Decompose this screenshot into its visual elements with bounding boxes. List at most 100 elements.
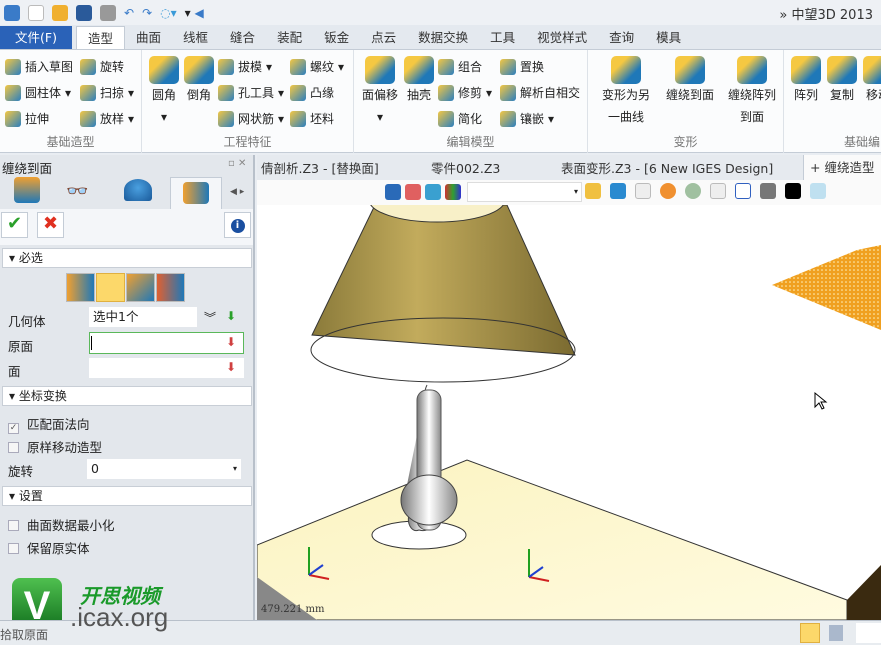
checkbox[interactable] (8, 543, 19, 554)
rebuild-icon[interactable]: ◌▾ (160, 6, 177, 20)
wrap-type-plain-icon[interactable] (66, 273, 95, 302)
pick-green-arrow-icon[interactable]: ⬇ (226, 309, 236, 323)
tab-pointcloud[interactable]: 点云 (360, 26, 407, 49)
face-offset-button[interactable]: 面偏移 ▾ (358, 56, 402, 128)
move-copy-checkbox[interactable]: 原样移动造型 (8, 437, 102, 456)
geometry-field[interactable]: 选中1个 (89, 307, 197, 327)
tab-data-exchange[interactable]: 数据交换 (407, 26, 479, 49)
doc-tab[interactable]: 表面变形.Z3 - [6 New IGES Design] (557, 158, 803, 177)
hole-tool-button[interactable]: 孔工具 ▾ (218, 84, 284, 101)
measure-icon[interactable] (735, 183, 751, 199)
shell-button[interactable]: 抽壳 (402, 56, 436, 106)
rotate-dropdown[interactable]: 0 ▾ (87, 459, 241, 479)
shaded-view-icon[interactable] (585, 183, 601, 199)
new-file-icon[interactable] (28, 4, 44, 21)
tab-mold[interactable]: 模具 (645, 26, 692, 49)
tab-wireframe[interactable]: 线框 (172, 26, 219, 49)
tab-stitch[interactable]: 缝合 (219, 26, 266, 49)
wrap-type-uv-icon[interactable] (96, 273, 125, 302)
color-filter-icon[interactable] (445, 184, 461, 200)
tab-modeling[interactable]: 造型 (76, 26, 126, 49)
resolve-self-intersect-button[interactable]: 解析自相交 (500, 84, 580, 101)
loft-button[interactable]: 放样 ▾ (80, 110, 134, 127)
doc-tab[interactable]: 倩剖析.Z3 - [替换面] (257, 158, 427, 177)
open-file-icon[interactable] (52, 4, 68, 21)
tab-inquire[interactable]: 查询 (598, 26, 645, 49)
undo-icon[interactable]: ↶ (124, 6, 134, 20)
copy-button[interactable]: 复制 (826, 56, 858, 106)
tab-render-icon[interactable] (124, 179, 152, 201)
info-button[interactable]: i (224, 212, 251, 238)
doc-tab[interactable]: 零件002.Z3 (427, 158, 557, 177)
background-icon[interactable] (760, 183, 776, 199)
color-light-swatch[interactable] (810, 183, 826, 199)
layout-toggle-icon[interactable] (800, 623, 820, 643)
3d-viewport[interactable]: 479.221 mm (257, 205, 881, 620)
ok-check-icon[interactable]: ✔ (1, 212, 28, 238)
tab-view-glasses-icon[interactable]: 👓 (66, 181, 88, 202)
curve-to-curve-button[interactable]: 变形为另一曲线 (596, 56, 656, 128)
revolve-button[interactable]: 旋转 (80, 58, 124, 75)
stock-button[interactable]: 坯料 (290, 110, 334, 127)
wrap-type-bend-icon[interactable] (126, 273, 155, 302)
wrap-to-face-button[interactable]: 缠绕到面 (660, 56, 720, 106)
sweep-button[interactable]: 扫掠 ▾ (80, 84, 134, 101)
fillet-button[interactable]: 圆角 ▾ (147, 56, 181, 128)
status-input[interactable] (856, 623, 881, 643)
customize-icon[interactable]: ▾ ◀ (185, 6, 204, 20)
wrap-pattern-to-face-button[interactable]: 缠绕阵列到面 (722, 56, 782, 128)
move-button[interactable]: 移动 (862, 56, 881, 106)
trim-button[interactable]: 修剪 ▾ (438, 84, 492, 101)
pick-filter-icon[interactable] (385, 184, 401, 200)
cancel-x-icon[interactable]: ✖ (37, 212, 64, 238)
tab-visual-style[interactable]: 视觉样式 (526, 26, 598, 49)
replace-button[interactable]: 置换 (500, 58, 544, 75)
snap-icon[interactable] (405, 184, 421, 200)
file-menu[interactable]: 文件(F) (0, 26, 72, 49)
face-input[interactable] (89, 358, 244, 378)
match-normal-checkbox[interactable]: ✓ 匹配面法向 (8, 414, 90, 434)
pick-red-arrow-icon[interactable]: ⬇ (226, 360, 236, 374)
tab-scroll-arrows[interactable]: ◀ ▸ (230, 187, 244, 197)
expand-chevron-icon[interactable]: ︾ (204, 309, 216, 326)
combine-button[interactable]: 组合 (438, 58, 482, 75)
emboss-button[interactable]: 镶嵌 ▾ (500, 110, 554, 127)
color-black-swatch[interactable] (785, 183, 801, 199)
wrap-type-curve-icon[interactable] (156, 273, 185, 302)
section-settings[interactable]: ▾ 设置 (2, 486, 252, 506)
view-cube-icon[interactable] (610, 183, 626, 199)
checkbox[interactable] (8, 442, 19, 453)
section-view-icon[interactable] (710, 183, 726, 199)
extrude-button[interactable]: 拉伸 (5, 110, 49, 127)
filter-dropdown[interactable]: ▾ (467, 182, 582, 202)
panel-close-icon[interactable]: ▫ ✕ (228, 158, 246, 169)
draft-button[interactable]: 拔模 ▾ (218, 58, 272, 75)
lip-button[interactable]: 凸缘 (290, 84, 334, 101)
tab-assembly[interactable]: 装配 (266, 26, 313, 49)
save-icon[interactable] (76, 4, 92, 21)
wireframe-icon[interactable] (635, 183, 651, 199)
tab-history-icon[interactable] (14, 177, 40, 203)
section-required[interactable]: ▾ 必选 (2, 248, 252, 268)
render-icon[interactable] (660, 183, 676, 199)
doc-tab-active[interactable]: + 缠绕造型 (803, 155, 881, 180)
section-transform[interactable]: ▾ 坐标变换 (2, 386, 252, 406)
checkbox-checked[interactable]: ✓ (8, 423, 19, 434)
insert-sketch-button[interactable]: 插入草图 (5, 58, 73, 75)
tab-sheetmetal[interactable]: 钣金 (313, 26, 360, 49)
redo-icon[interactable]: ↷ (142, 6, 152, 20)
simplify-button[interactable]: 简化 (438, 110, 482, 127)
source-face-input[interactable] (89, 332, 244, 354)
tab-surface[interactable]: 曲面 (125, 26, 172, 49)
thread-button[interactable]: 螺纹 ▾ (290, 58, 344, 75)
checkbox[interactable] (8, 520, 19, 531)
tab-tools[interactable]: 工具 (479, 26, 526, 49)
rib-network-button[interactable]: 网状筋 ▾ (218, 110, 284, 127)
keep-original-checkbox[interactable]: 保留原实体 (8, 538, 90, 557)
pick-red-arrow-icon[interactable]: ⬇ (226, 335, 236, 349)
tab-wrap-active[interactable] (170, 177, 222, 209)
chamfer-button[interactable]: 倒角 (182, 56, 216, 106)
solid-filter-icon[interactable] (425, 184, 441, 200)
list-view-icon[interactable] (829, 625, 843, 641)
zoom-fit-icon[interactable] (685, 183, 701, 199)
